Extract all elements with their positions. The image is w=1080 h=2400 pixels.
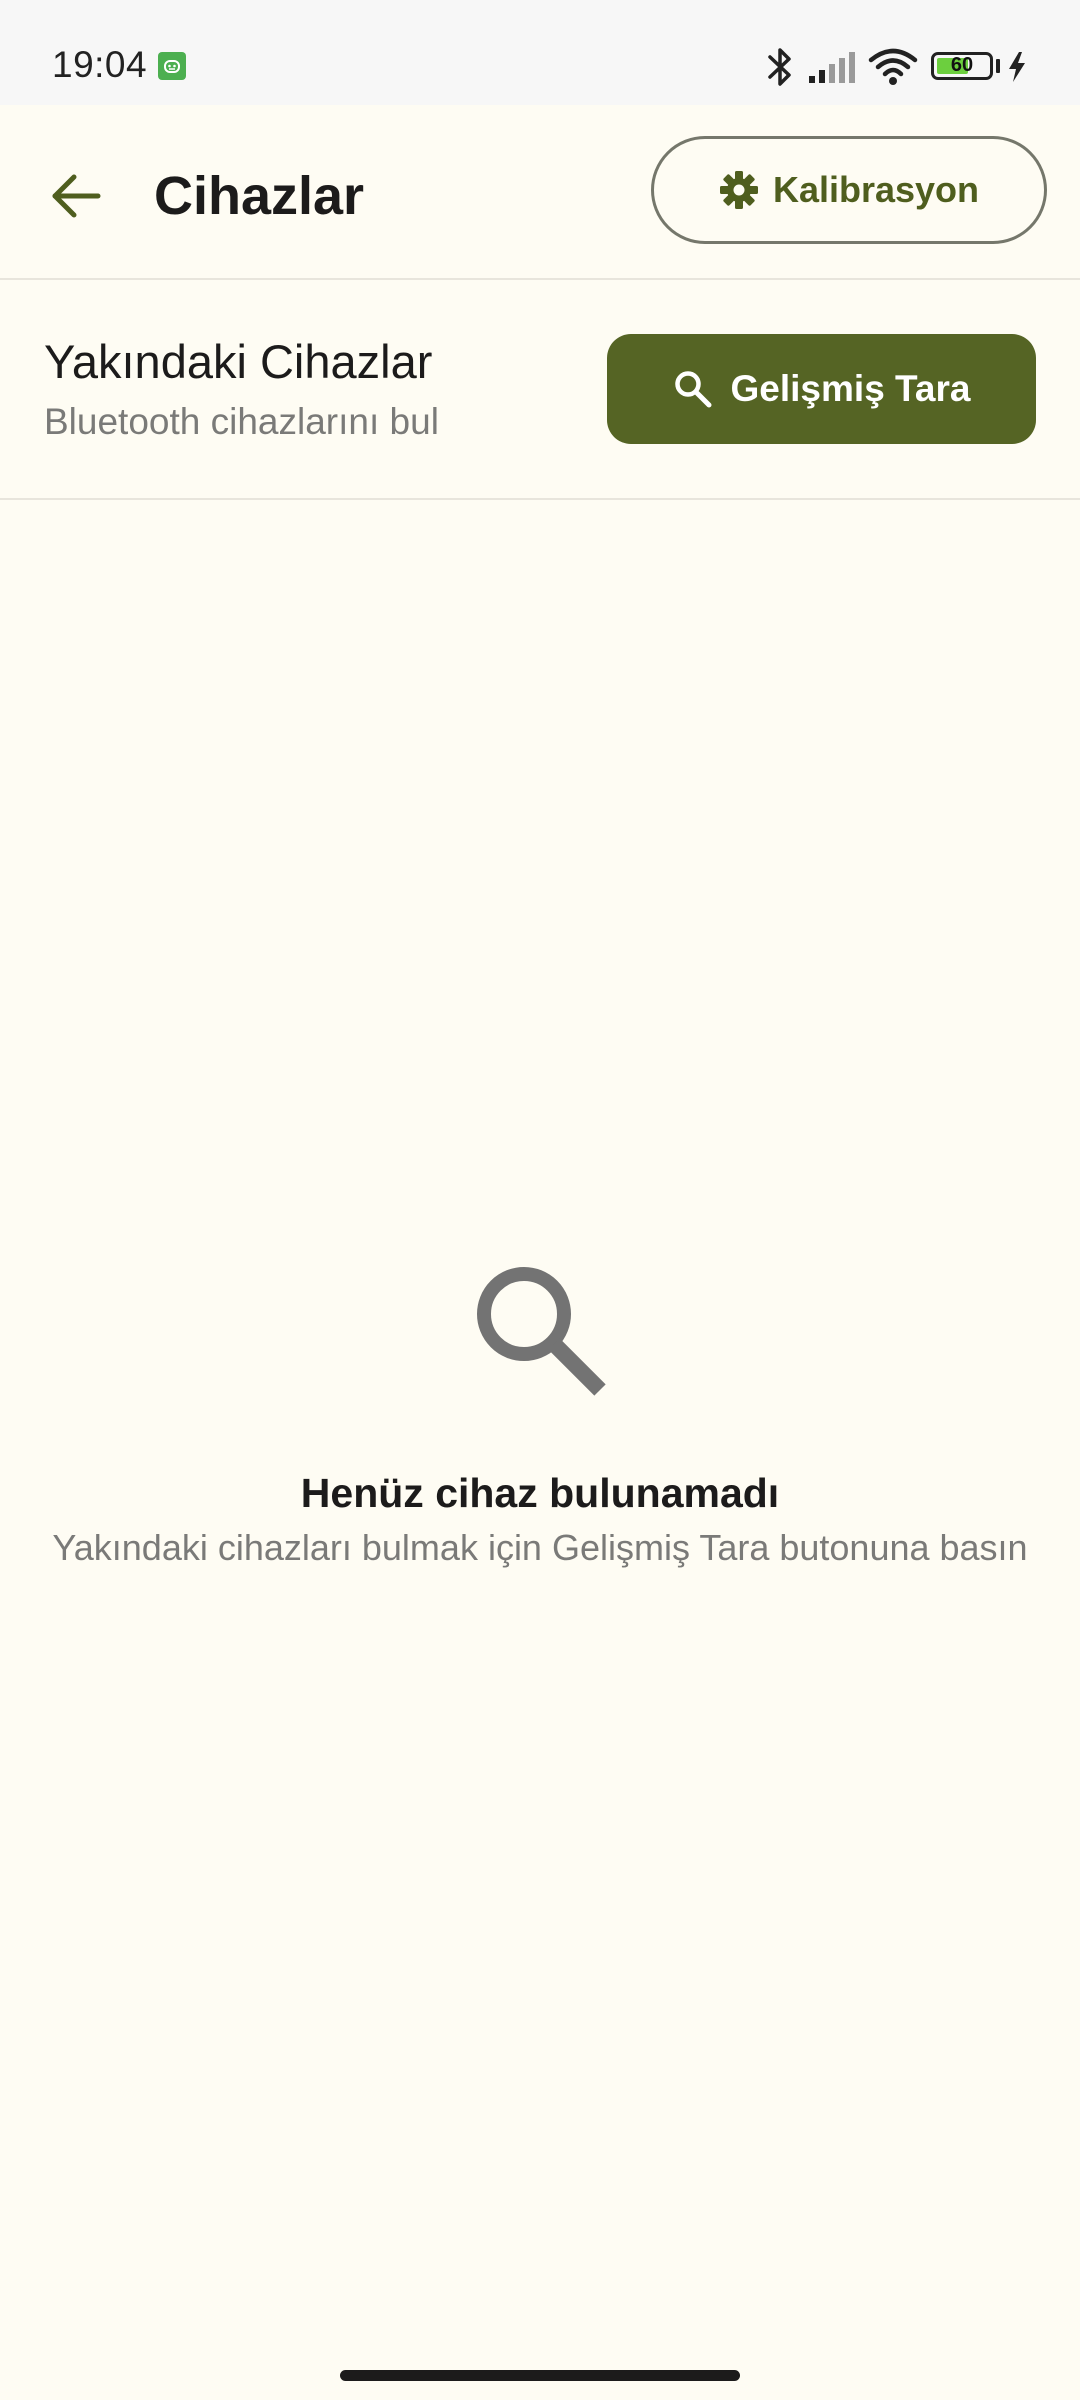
search-icon: [477, 1267, 606, 1396]
status-bar: 19:04 60: [0, 0, 1080, 105]
advanced-scan-button[interactable]: Gelişmiş Tara: [607, 334, 1036, 444]
empty-state-subtitle: Yakındaki cihazları bulmak için Gelişmiş…: [52, 1527, 1028, 1568]
empty-state-title: Henüz cihaz bulunamadı: [300, 1470, 780, 1516]
gesture-navigation-bar[interactable]: [340, 2370, 740, 2381]
bluetooth-icon: [768, 48, 791, 86]
nearby-devices-header: Yakındaki Cihazlar Bluetooth cihazlarını…: [0, 280, 1080, 500]
battery-icon: 60: [931, 52, 993, 80]
nearby-devices-title: Yakındaki Cihazlar: [44, 335, 433, 388]
status-time: 19:04: [52, 44, 148, 85]
gear-icon: [719, 171, 758, 209]
wifi-icon: [868, 48, 918, 85]
page-title: Cihazlar: [154, 166, 365, 226]
signal-icon: [809, 52, 855, 83]
search-icon: [674, 371, 712, 408]
calibration-button-label: Kalibrasyon: [772, 169, 980, 210]
app-bar: Cihazlar Kalibrasyon: [0, 105, 1080, 280]
arrow-back-icon: [52, 174, 101, 218]
back-button[interactable]: [40, 160, 112, 232]
advanced-scan-button-label: Gelişmiş Tara: [730, 368, 971, 409]
battery-nub: [996, 59, 1000, 73]
calibration-button[interactable]: Kalibrasyon: [651, 136, 1047, 244]
nearby-devices-subtitle: Bluetooth cihazlarını bul: [44, 401, 439, 442]
app-notification-icon: [158, 52, 186, 80]
battery-level-text: 60: [950, 54, 974, 76]
charging-icon: [1009, 52, 1025, 82]
